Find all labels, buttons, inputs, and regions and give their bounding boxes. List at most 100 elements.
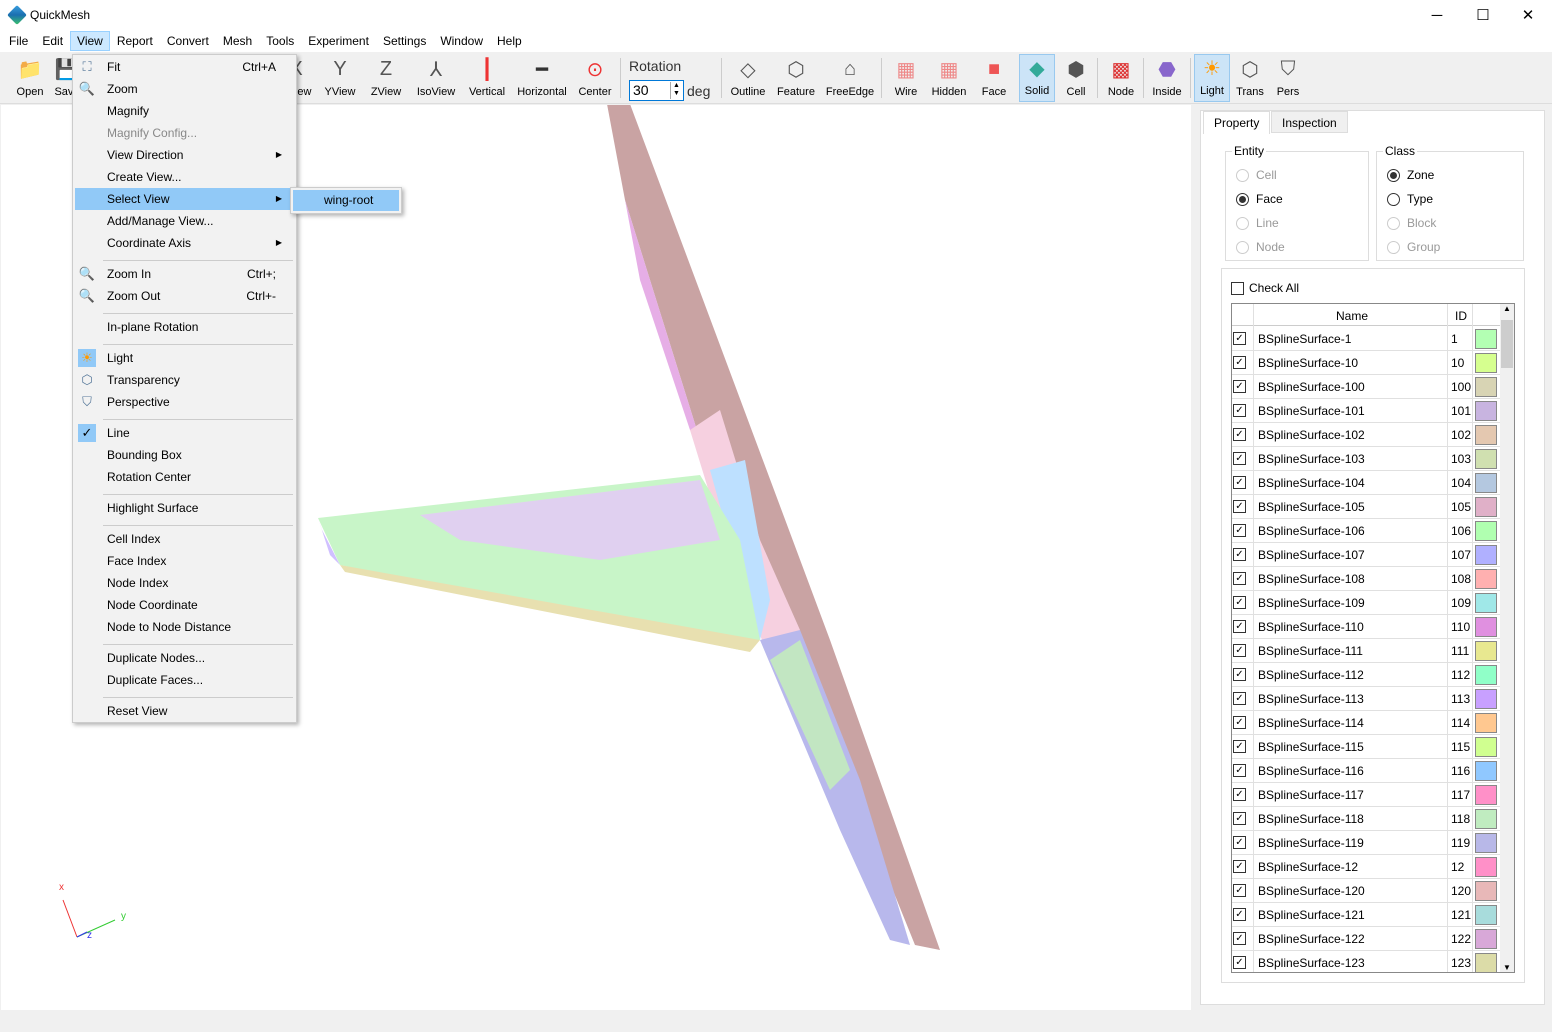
row-checkbox[interactable]: ✓ [1233, 596, 1246, 609]
table-row[interactable]: ✓ BSplineSurface-109 109 [1232, 591, 1502, 615]
row-color-swatch[interactable] [1475, 857, 1497, 877]
row-color-swatch[interactable] [1475, 353, 1497, 373]
menu-item-duplicate-faces[interactable]: Duplicate Faces... [75, 669, 294, 691]
row-color-swatch[interactable] [1475, 833, 1497, 853]
table-row[interactable]: ✓ BSplineSurface-113 113 [1232, 687, 1502, 711]
row-checkbox[interactable]: ✓ [1233, 932, 1246, 945]
outline-button[interactable]: ◇ Outline [727, 54, 769, 102]
radio-circle[interactable] [1387, 216, 1400, 230]
vertical-button[interactable]: ┃ Vertical [465, 54, 509, 102]
row-checkbox[interactable]: ✓ [1233, 668, 1246, 681]
table-row[interactable]: ✓ BSplineSurface-104 104 [1232, 471, 1502, 495]
row-color-swatch[interactable] [1475, 401, 1497, 421]
row-checkbox[interactable]: ✓ [1233, 380, 1246, 393]
radio-circle[interactable] [1387, 168, 1400, 182]
menu-item-view-direction[interactable]: View Direction ▶ [75, 144, 294, 166]
menu-item-cell-index[interactable]: Cell Index [75, 528, 294, 550]
table-row[interactable]: ✓ BSplineSurface-114 114 [1232, 711, 1502, 735]
row-color-swatch[interactable] [1475, 449, 1497, 469]
menu-window[interactable]: Window [433, 31, 490, 51]
table-row[interactable]: ✓ BSplineSurface-120 120 [1232, 879, 1502, 903]
menu-item-line[interactable]: Line ✓ [75, 422, 294, 444]
row-color-swatch[interactable] [1475, 521, 1497, 541]
row-checkbox[interactable]: ✓ [1233, 476, 1246, 489]
table-row[interactable]: ✓ BSplineSurface-110 110 [1232, 615, 1502, 639]
radio-circle[interactable] [1387, 240, 1400, 254]
cell-button[interactable]: ⬢ Cell [1058, 54, 1094, 102]
menu-item-duplicate-nodes[interactable]: Duplicate Nodes... [75, 647, 294, 669]
class-radio-block[interactable]: Block [1387, 216, 1436, 230]
row-color-swatch[interactable] [1475, 737, 1497, 757]
entity-radio-cell[interactable]: Cell [1236, 168, 1277, 182]
table-row[interactable]: ✓ BSplineSurface-101 101 [1232, 399, 1502, 423]
table-row[interactable]: ✓ BSplineSurface-1 1 [1232, 327, 1502, 351]
row-checkbox[interactable]: ✓ [1233, 548, 1246, 561]
pers-button[interactable]: ⛉ Pers [1270, 54, 1306, 102]
rotation-input[interactable]: 30 ▲ ▼ [629, 80, 684, 101]
table-row[interactable]: ✓ BSplineSurface-107 107 [1232, 543, 1502, 567]
row-checkbox[interactable]: ✓ [1233, 812, 1246, 825]
row-color-swatch[interactable] [1475, 761, 1497, 781]
isoview-button[interactable]: ⅄ IsoView [412, 54, 460, 102]
row-checkbox[interactable]: ✓ [1233, 836, 1246, 849]
freeedge-button[interactable]: ⌂ FreeEdge [823, 54, 877, 102]
row-color-swatch[interactable] [1475, 377, 1497, 397]
class-radio-group[interactable]: Group [1387, 240, 1440, 254]
menu-settings[interactable]: Settings [376, 31, 433, 51]
menu-item-magnify[interactable]: Magnify [75, 100, 294, 122]
row-color-swatch[interactable] [1475, 425, 1497, 445]
row-color-swatch[interactable] [1475, 329, 1497, 349]
row-checkbox[interactable]: ✓ [1233, 716, 1246, 729]
tab-inspection[interactable]: Inspection [1271, 111, 1348, 133]
inside-button[interactable]: ⬣ Inside [1146, 54, 1188, 102]
table-row[interactable]: ✓ BSplineSurface-100 100 [1232, 375, 1502, 399]
row-checkbox[interactable]: ✓ [1233, 860, 1246, 873]
table-row[interactable]: ✓ BSplineSurface-119 119 [1232, 831, 1502, 855]
row-color-swatch[interactable] [1475, 617, 1497, 637]
menu-edit[interactable]: Edit [35, 31, 70, 51]
entity-radio-node[interactable]: Node [1236, 240, 1285, 254]
row-checkbox[interactable]: ✓ [1233, 692, 1246, 705]
row-color-swatch[interactable] [1475, 569, 1497, 589]
row-checkbox[interactable]: ✓ [1233, 644, 1246, 657]
class-radio-zone[interactable]: Zone [1387, 168, 1434, 182]
menu-item-face-index[interactable]: Face Index [75, 550, 294, 572]
menu-item-bounding-box[interactable]: Bounding Box [75, 444, 294, 466]
scroll-down-icon[interactable]: ▼ [1500, 963, 1514, 972]
row-checkbox[interactable]: ✓ [1233, 404, 1246, 417]
table-row[interactable]: ✓ BSplineSurface-108 108 [1232, 567, 1502, 591]
close-button[interactable]: ✕ [1505, 0, 1551, 30]
row-checkbox[interactable]: ✓ [1233, 356, 1246, 369]
menu-experiment[interactable]: Experiment [301, 31, 376, 51]
menu-item-magnify-config[interactable]: Magnify Config... [75, 122, 294, 144]
node-button[interactable]: ▩ Node [1102, 54, 1140, 102]
row-checkbox[interactable]: ✓ [1233, 764, 1246, 777]
view-item-wing-root[interactable]: wing-root [293, 190, 399, 211]
feature-button[interactable]: ⬡ Feature [774, 54, 818, 102]
menu-item-node-index[interactable]: Node Index [75, 572, 294, 594]
menu-item-create-view[interactable]: Create View... [75, 166, 294, 188]
row-color-swatch[interactable] [1475, 593, 1497, 613]
row-checkbox[interactable]: ✓ [1233, 908, 1246, 921]
table-row[interactable]: ✓ BSplineSurface-103 103 [1232, 447, 1502, 471]
hidden-button[interactable]: ▦ Hidden [928, 54, 970, 102]
row-checkbox[interactable]: ✓ [1233, 452, 1246, 465]
radio-circle[interactable] [1236, 240, 1249, 254]
table-row[interactable]: ✓ BSplineSurface-111 111 [1232, 639, 1502, 663]
menu-item-node-coordinate[interactable]: Node Coordinate [75, 594, 294, 616]
maximize-button[interactable]: ☐ [1460, 0, 1506, 30]
row-checkbox[interactable]: ✓ [1233, 788, 1246, 801]
entity-radio-face[interactable]: Face [1236, 192, 1283, 206]
row-checkbox[interactable]: ✓ [1233, 956, 1246, 969]
row-color-swatch[interactable] [1475, 473, 1497, 493]
menu-item-in-plane-rotation[interactable]: In-plane Rotation [75, 316, 294, 338]
row-color-swatch[interactable] [1475, 713, 1497, 733]
table-row[interactable]: ✓ BSplineSurface-10 10 [1232, 351, 1502, 375]
menu-item-add-manage-view[interactable]: Add/Manage View... [75, 210, 294, 232]
row-color-swatch[interactable] [1475, 497, 1497, 517]
light-button[interactable]: ☀ Light [1194, 54, 1230, 102]
row-color-swatch[interactable] [1475, 785, 1497, 805]
horizontal-button[interactable]: ━ Horizontal [514, 54, 570, 102]
table-row[interactable]: ✓ BSplineSurface-116 116 [1232, 759, 1502, 783]
menu-report[interactable]: Report [110, 31, 160, 51]
